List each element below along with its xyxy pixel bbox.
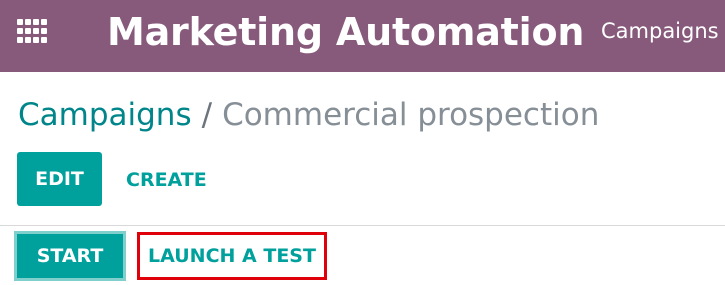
top-navbar: Marketing Automation Campaigns: [0, 0, 725, 72]
breadcrumb-current: Commercial prospection: [222, 97, 600, 133]
nav-menu-campaigns[interactable]: Campaigns: [601, 17, 719, 45]
breadcrumb-separator: /: [201, 97, 213, 133]
breadcrumb-campaigns-link[interactable]: Campaigns: [18, 97, 192, 133]
breadcrumb: Campaigns / Commercial prospection: [18, 95, 599, 135]
app-title: Marketing Automation: [107, 10, 585, 54]
divider: [0, 225, 725, 226]
launch-test-highlight: LAUNCH A TEST: [137, 232, 327, 280]
create-button[interactable]: CREATE: [126, 166, 207, 194]
launch-test-button[interactable]: LAUNCH A TEST: [140, 235, 324, 277]
apps-grid-icon[interactable]: [17, 19, 49, 43]
edit-button[interactable]: EDIT: [17, 152, 102, 206]
page: Marketing Automation Campaigns Campaigns…: [0, 0, 725, 285]
start-button[interactable]: START: [14, 231, 126, 281]
